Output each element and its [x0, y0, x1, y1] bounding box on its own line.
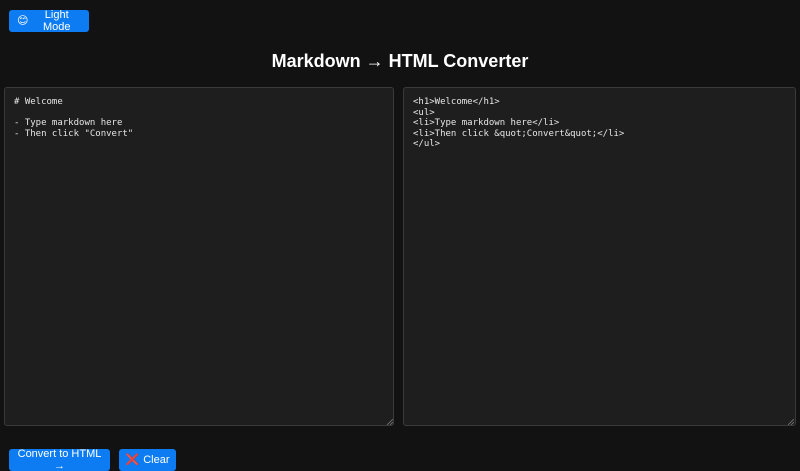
theme-toggle-label: Light Mode: [42, 9, 71, 33]
app-root: 😊 Light Mode Markdown → HTML Converter <…: [0, 0, 800, 471]
convert-button-label: Convert to HTML →: [17, 448, 102, 471]
markdown-input[interactable]: [4, 87, 394, 426]
resize-grip-icon[interactable]: [387, 419, 393, 425]
resize-grip-icon[interactable]: [788, 419, 794, 425]
html-output[interactable]: <h1>Welcome</h1> <ul> <li>Type markdown …: [403, 87, 796, 426]
theme-toggle-button[interactable]: 😊 Light Mode: [9, 9, 89, 33]
red-x-icon: ❌: [125, 453, 140, 466]
page-title: Markdown → HTML Converter: [271, 51, 529, 71]
clear-button-label: Clear: [143, 454, 170, 466]
smiley-face-icon: 😊: [17, 14, 29, 27]
convert-button[interactable]: Convert to HTML →: [9, 448, 110, 471]
clear-button[interactable]: ❌ Clear: [119, 449, 176, 471]
